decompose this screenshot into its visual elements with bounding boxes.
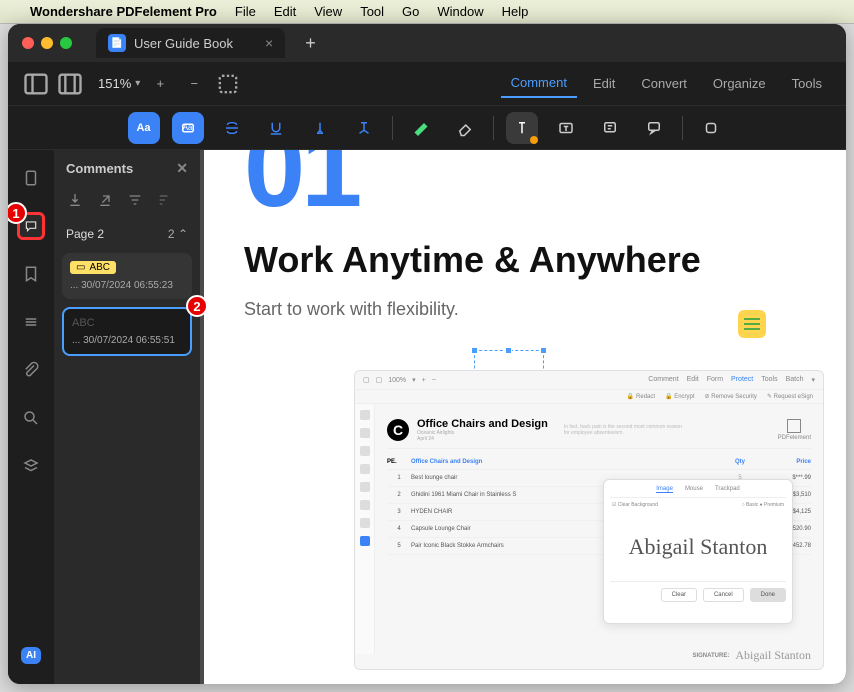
thumbnails-icon[interactable] bbox=[17, 164, 45, 192]
comments-panel: Comments ✕ Page 2 2 ⌃ ▭ ABC ... 30/07/20… bbox=[54, 150, 200, 684]
page-heading: Work Anytime & Anywhere bbox=[244, 239, 806, 281]
export-comments-icon[interactable] bbox=[96, 191, 114, 209]
mac-menubar: Wondershare PDFelement Pro File Edit Vie… bbox=[0, 0, 854, 24]
comment-timestamp: ... 30/07/2024 06:55:23 bbox=[70, 280, 184, 291]
maximize-window-button[interactable] bbox=[60, 37, 72, 49]
search-icon[interactable] bbox=[17, 404, 45, 432]
highlight-chip: ▭ ABC bbox=[70, 261, 116, 274]
bookmarks-icon[interactable] bbox=[17, 260, 45, 288]
zoom-chevron-icon[interactable]: ▾ bbox=[135, 78, 140, 89]
pdf-page: 01 Work Anytime & Anywhere Start to work… bbox=[204, 150, 846, 684]
embedded-screenshot: ▢▢100%▾+− CommentEditFormProtectToolsBat… bbox=[354, 370, 824, 670]
left-rail: 1 AI bbox=[8, 150, 54, 684]
resize-handle[interactable] bbox=[505, 347, 512, 354]
import-comments-icon[interactable] bbox=[66, 191, 84, 209]
page-big-number: 01 bbox=[244, 150, 806, 207]
tab-title: User Guide Book bbox=[134, 36, 233, 51]
menu-window[interactable]: Window bbox=[437, 4, 483, 19]
zoom-value: 151% bbox=[98, 76, 131, 91]
page-count: 2 bbox=[168, 227, 175, 241]
page-label: Page 2 bbox=[66, 227, 104, 241]
minimize-window-button[interactable] bbox=[41, 37, 53, 49]
area-highlight-tool[interactable]: Aa bbox=[172, 112, 204, 144]
underline-tool[interactable] bbox=[260, 112, 292, 144]
chevron-up-icon: ⌃ bbox=[178, 227, 188, 241]
titlebar: 📄 User Guide Book × + bbox=[8, 24, 846, 62]
tab-convert[interactable]: Convert bbox=[631, 70, 697, 97]
close-panel-button[interactable]: ✕ bbox=[176, 160, 188, 177]
menu-tool[interactable]: Tool bbox=[360, 4, 384, 19]
menu-edit[interactable]: Edit bbox=[274, 4, 296, 19]
close-tab-button[interactable]: × bbox=[265, 35, 273, 51]
ai-button[interactable]: AI bbox=[21, 647, 41, 664]
panel-title: Comments bbox=[66, 161, 133, 176]
main-toolbar: 151% ▾ + − Comment Edit Convert Organize… bbox=[8, 62, 846, 106]
callout-badge-2: 2 bbox=[186, 295, 208, 317]
menu-view[interactable]: View bbox=[314, 4, 342, 19]
shape-tool[interactable] bbox=[695, 112, 727, 144]
main-area: 1 AI Comments ✕ Page 2 2 bbox=[8, 150, 846, 684]
highlighter-tool[interactable] bbox=[405, 112, 437, 144]
eraser-tool[interactable] bbox=[449, 112, 481, 144]
page-subheading: Start to work with flexibility. bbox=[244, 299, 806, 320]
menu-help[interactable]: Help bbox=[502, 4, 529, 19]
fit-page-icon[interactable] bbox=[214, 70, 242, 98]
comment-timestamp: ... 30/07/2024 06:55:51 bbox=[72, 335, 182, 346]
document-icon: 📄 bbox=[108, 34, 126, 52]
tab-tools[interactable]: Tools bbox=[782, 70, 832, 97]
note-tool[interactable] bbox=[594, 112, 626, 144]
sidebar-both-icon[interactable] bbox=[56, 70, 84, 98]
resize-handle[interactable] bbox=[471, 347, 478, 354]
resize-handle[interactable] bbox=[540, 347, 547, 354]
typewriter-tool[interactable] bbox=[506, 112, 538, 144]
new-tab-button[interactable]: + bbox=[305, 33, 316, 54]
sidebar-left-icon[interactable] bbox=[22, 70, 50, 98]
tab-edit[interactable]: Edit bbox=[583, 70, 625, 97]
close-window-button[interactable] bbox=[22, 37, 34, 49]
zoom-in-button[interactable]: + bbox=[146, 70, 174, 98]
window-controls bbox=[22, 37, 72, 49]
pages-icon[interactable] bbox=[17, 452, 45, 480]
callout-tool[interactable] bbox=[638, 112, 670, 144]
document-tab[interactable]: 📄 User Guide Book × bbox=[96, 28, 285, 58]
app-window: 📄 User Guide Book × + 151% ▾ + − Comment… bbox=[8, 24, 846, 684]
menu-file[interactable]: File bbox=[235, 4, 256, 19]
app-name[interactable]: Wondershare PDFelement Pro bbox=[30, 4, 217, 19]
tab-comment[interactable]: Comment bbox=[501, 69, 577, 98]
page-section-header[interactable]: Page 2 2 ⌃ bbox=[54, 219, 200, 249]
filter-icon[interactable] bbox=[126, 191, 144, 209]
signature-popup: ImageMouseTrackpad ☑ Clear Background○ B… bbox=[603, 479, 793, 624]
textbox-tool[interactable] bbox=[550, 112, 582, 144]
tab-organize[interactable]: Organize bbox=[703, 70, 776, 97]
comment-item-1[interactable]: ▭ ABC ... 30/07/2024 06:55:23 bbox=[62, 253, 192, 299]
text-replace-tool[interactable] bbox=[348, 112, 380, 144]
strikethrough-tool[interactable] bbox=[216, 112, 248, 144]
annotation-toolbar: Aa Aa bbox=[8, 106, 846, 150]
caret-tool[interactable] bbox=[304, 112, 336, 144]
sort-icon[interactable] bbox=[156, 191, 174, 209]
sticky-note-icon[interactable] bbox=[738, 310, 766, 338]
document-canvas[interactable]: 01 Work Anytime & Anywhere Start to work… bbox=[200, 150, 846, 684]
comment-text: ABC bbox=[72, 317, 182, 329]
highlight-text-tool[interactable]: Aa bbox=[128, 112, 160, 144]
zoom-out-button[interactable]: − bbox=[180, 70, 208, 98]
zoom-control[interactable]: 151% ▾ bbox=[98, 76, 140, 91]
layers-icon[interactable] bbox=[17, 308, 45, 336]
comment-item-2[interactable]: ABC ... 30/07/2024 06:55:51 bbox=[62, 307, 192, 356]
attachments-icon[interactable] bbox=[17, 356, 45, 384]
menu-go[interactable]: Go bbox=[402, 4, 419, 19]
